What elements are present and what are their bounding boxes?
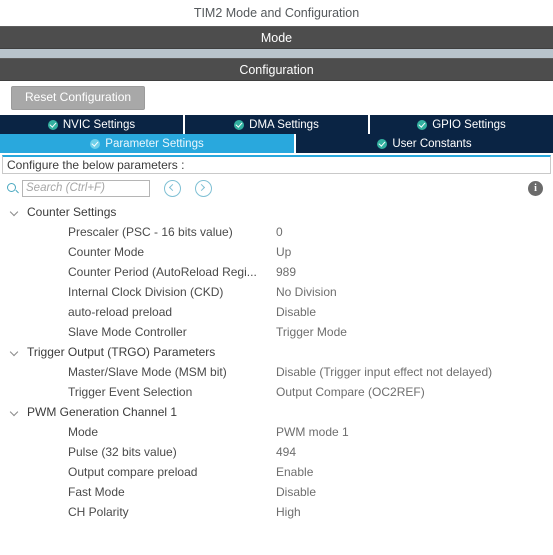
parameter-value[interactable]: Trigger Mode — [276, 325, 347, 339]
parameter-label: Prescaler (PSC - 16 bits value) — [68, 225, 233, 239]
check-circle-icon — [234, 119, 245, 130]
parameter-value[interactable]: High — [276, 505, 301, 519]
tab-gpio-settings[interactable]: GPIO Settings — [370, 115, 553, 134]
mode-section-bar: Mode — [0, 26, 553, 49]
parameter-row[interactable]: CH Polarity High — [0, 502, 553, 522]
parameter-label: Slave Mode Controller — [68, 325, 187, 339]
parameter-row[interactable]: Output compare preload Enable — [0, 462, 553, 482]
parameter-row[interactable]: Fast Mode Disable — [0, 482, 553, 502]
group-header[interactable]: PWM Generation Channel 1 — [0, 402, 553, 422]
tab-user-constants[interactable]: User Constants — [296, 134, 553, 153]
tab-label: Parameter Settings — [105, 137, 204, 150]
parameter-value[interactable]: 0 — [276, 225, 283, 239]
parameter-value[interactable]: 989 — [276, 265, 296, 279]
parameter-row[interactable]: Mode PWM mode 1 — [0, 422, 553, 442]
parameter-tree: Counter Settings Prescaler (PSC - 16 bits… — [0, 202, 553, 522]
parameter-row[interactable]: Counter Mode Up — [0, 242, 553, 262]
tab-label: User Constants — [392, 137, 472, 150]
group-header[interactable]: Counter Settings — [0, 202, 553, 222]
chevron-down-icon — [9, 407, 20, 418]
group-title: PWM Generation Channel 1 — [27, 405, 178, 419]
parameter-value[interactable]: Disable (Trigger input effect not delaye… — [276, 365, 492, 379]
parameter-label: Master/Slave Mode (MSM bit) — [68, 365, 227, 379]
check-circle-icon — [47, 119, 58, 130]
reset-configuration-button[interactable]: Reset Configuration — [11, 86, 146, 110]
parameter-label: Mode — [68, 425, 99, 439]
tab-label: NVIC Settings — [62, 118, 136, 131]
parameter-label: Fast Mode — [68, 485, 125, 499]
chevron-down-icon — [9, 347, 20, 358]
parameter-value[interactable]: Disable — [276, 305, 316, 319]
parameter-row[interactable]: Prescaler (PSC - 16 bits value) 0 — [0, 222, 553, 242]
tab-bar-primary: NVIC Settings DMA Settings GPIO Settings — [0, 115, 553, 134]
search-icon — [6, 182, 19, 195]
parameter-row[interactable]: Trigger Event Selection Output Compare (O… — [0, 382, 553, 402]
parameter-row[interactable]: Internal Clock Division (CKD) No Division — [0, 282, 553, 302]
configure-hint: Configure the below parameters : — [2, 155, 551, 174]
parameter-value[interactable]: PWM mode 1 — [276, 425, 349, 439]
tab-label: DMA Settings — [249, 118, 319, 131]
tab-parameter-settings[interactable]: Parameter Settings — [0, 134, 296, 153]
group-title: Trigger Output (TRGO) Parameters — [27, 345, 216, 359]
chevron-left-circle-icon[interactable] — [164, 179, 181, 197]
parameter-row[interactable]: Master/Slave Mode (MSM bit) Disable (Trig… — [0, 362, 553, 382]
search-toolbar: i — [0, 174, 553, 202]
group-title: Counter Settings — [27, 205, 117, 219]
tab-dma-settings[interactable]: DMA Settings — [185, 115, 370, 134]
check-circle-icon — [90, 138, 101, 149]
parameter-value[interactable]: Output Compare (OC2REF) — [276, 385, 425, 399]
parameter-label: CH Polarity — [68, 505, 129, 519]
parameter-value[interactable]: No Division — [276, 285, 337, 299]
search-input[interactable] — [22, 179, 150, 197]
chevron-right-circle-icon[interactable] — [195, 179, 212, 197]
check-circle-icon — [417, 119, 428, 130]
parameter-value[interactable]: 494 — [276, 445, 296, 459]
parameter-label: Output compare preload — [68, 465, 198, 479]
chevron-down-icon — [9, 207, 20, 218]
parameter-row[interactable]: auto-reload preload Disable — [0, 302, 553, 322]
page-title: TIM2 Mode and Configuration — [0, 0, 553, 26]
parameter-row[interactable]: Counter Period (AutoReload Regi... 989 — [0, 262, 553, 282]
tab-nvic-settings[interactable]: NVIC Settings — [0, 115, 185, 134]
parameter-label: auto-reload preload — [68, 305, 173, 319]
tab-bar-secondary: Parameter Settings User Constants — [0, 134, 553, 153]
configuration-section-bar: Configuration — [0, 58, 553, 81]
parameter-label: Counter Mode — [68, 245, 145, 259]
parameter-value[interactable]: Disable — [276, 485, 316, 499]
check-circle-icon — [377, 138, 388, 149]
section-divider-band — [0, 49, 553, 58]
parameter-row[interactable]: Pulse (32 bits value) 494 — [0, 442, 553, 462]
group-header[interactable]: Trigger Output (TRGO) Parameters — [0, 342, 553, 362]
parameter-label: Trigger Event Selection — [68, 385, 193, 399]
parameter-value[interactable]: Enable — [276, 465, 313, 479]
info-icon[interactable]: i — [528, 180, 543, 196]
parameter-row[interactable]: Slave Mode Controller Trigger Mode — [0, 322, 553, 342]
parameter-label: Internal Clock Division (CKD) — [68, 285, 224, 299]
parameter-value[interactable]: Up — [276, 245, 291, 259]
parameter-label: Counter Period (AutoReload Regi... — [68, 265, 257, 279]
parameter-label: Pulse (32 bits value) — [68, 445, 177, 459]
tab-label: GPIO Settings — [432, 118, 506, 131]
toolbar: Reset Configuration — [0, 81, 553, 115]
